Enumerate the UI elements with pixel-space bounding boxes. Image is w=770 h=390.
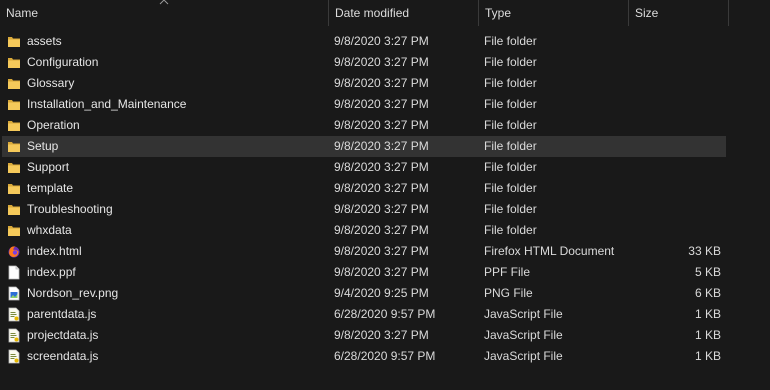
file-name: whxdata bbox=[27, 223, 72, 237]
file-type: File folder bbox=[484, 97, 537, 111]
file-row[interactable]: index.ppf 9/8/2020 3:27 PM PPF File 5 KB bbox=[2, 262, 726, 283]
file-name: index.ppf bbox=[27, 265, 76, 279]
chevron-up-icon bbox=[159, 0, 169, 6]
file-row[interactable]: whxdata 9/8/2020 3:27 PM File folder bbox=[2, 220, 726, 241]
file-type: JavaScript File bbox=[484, 328, 563, 342]
folder-icon bbox=[7, 34, 21, 49]
file-name: parentdata.js bbox=[27, 307, 97, 321]
file-row[interactable]: Support 9/8/2020 3:27 PM File folder bbox=[2, 157, 726, 178]
file-name: template bbox=[27, 181, 74, 195]
folder-icon bbox=[7, 97, 21, 112]
folder-icon bbox=[7, 76, 21, 91]
file-name: Configuration bbox=[27, 55, 99, 69]
file-date-modified: 9/8/2020 3:27 PM bbox=[334, 76, 429, 90]
file-type: File folder bbox=[484, 160, 537, 174]
column-header-size[interactable]: Size bbox=[629, 0, 729, 26]
file-type: File folder bbox=[484, 76, 537, 90]
file-date-modified: 9/8/2020 3:27 PM bbox=[334, 160, 429, 174]
file-date-modified: 6/28/2020 9:57 PM bbox=[334, 307, 436, 321]
file-name: Operation bbox=[27, 118, 80, 132]
file-type: File folder bbox=[484, 181, 537, 195]
firefox-html-icon bbox=[7, 244, 21, 259]
file-type: JavaScript File bbox=[484, 349, 563, 363]
file-row[interactable]: Troubleshooting 9/8/2020 3:27 PM File fold… bbox=[2, 199, 726, 220]
file-row[interactable]: assets 9/8/2020 3:27 PM File folder bbox=[2, 31, 726, 52]
file-size: 1 KB bbox=[694, 349, 721, 363]
folder-icon bbox=[7, 55, 21, 70]
file-type: File folder bbox=[484, 139, 537, 153]
folder-icon bbox=[7, 118, 21, 133]
file-date-modified: 9/8/2020 3:27 PM bbox=[334, 118, 429, 132]
file-date-modified: 9/8/2020 3:27 PM bbox=[334, 223, 429, 237]
file-row[interactable]: parentdata.js 6/28/2020 9:57 PM JavaScript… bbox=[2, 304, 726, 325]
column-header-bar: Name Date modified Type Size bbox=[0, 0, 770, 26]
file-row[interactable]: screendata.js 6/28/2020 9:57 PM JavaScript… bbox=[2, 346, 726, 367]
file-row[interactable]: projectdata.js 9/8/2020 3:27 PM JavaScript… bbox=[2, 325, 726, 346]
file-type: File folder bbox=[484, 202, 537, 216]
file-type: JavaScript File bbox=[484, 307, 563, 321]
file-row[interactable]: template 9/8/2020 3:27 PM File folder bbox=[2, 178, 726, 199]
file-type: File folder bbox=[484, 34, 537, 48]
file-name: Troubleshooting bbox=[27, 202, 113, 216]
file-row[interactable]: Installation_and_Maintenance 9/8/2020 3:2… bbox=[2, 94, 726, 115]
column-header-date-modified[interactable]: Date modified bbox=[329, 0, 479, 26]
file-date-modified: 9/8/2020 3:27 PM bbox=[334, 139, 429, 153]
file-name: screendata.js bbox=[27, 349, 99, 363]
file-size: 6 KB bbox=[694, 286, 721, 300]
column-header-type[interactable]: Type bbox=[479, 0, 629, 26]
file-type: PNG File bbox=[484, 286, 533, 300]
file-size: 1 KB bbox=[694, 307, 721, 321]
file-name: Nordson_rev.png bbox=[27, 286, 119, 300]
blank-file-icon bbox=[7, 265, 21, 280]
folder-icon bbox=[7, 202, 21, 217]
file-name: Support bbox=[27, 160, 70, 174]
column-header-date-label: Date modified bbox=[335, 6, 410, 20]
file-size: 5 KB bbox=[694, 265, 721, 279]
file-name: Installation_and_Maintenance bbox=[27, 97, 187, 111]
file-type: File folder bbox=[484, 223, 537, 237]
file-row[interactable]: Operation 9/8/2020 3:27 PM File folder bbox=[2, 115, 726, 136]
file-date-modified: 9/8/2020 3:27 PM bbox=[334, 265, 429, 279]
script-file-icon bbox=[7, 349, 21, 364]
image-file-icon bbox=[7, 286, 21, 301]
file-date-modified: 9/8/2020 3:27 PM bbox=[334, 328, 429, 342]
file-type: Firefox HTML Document bbox=[484, 244, 615, 258]
column-header-size-label: Size bbox=[635, 6, 659, 20]
file-type: PPF File bbox=[484, 265, 531, 279]
folder-icon bbox=[7, 223, 21, 238]
file-row[interactable]: index.html 9/8/2020 3:27 PM Firefox HTML D… bbox=[2, 241, 726, 262]
file-date-modified: 9/8/2020 3:27 PM bbox=[334, 202, 429, 216]
file-date-modified: 9/8/2020 3:27 PM bbox=[334, 244, 429, 258]
file-row-selected[interactable]: Setup 9/8/2020 3:27 PM File folder bbox=[2, 136, 726, 157]
file-date-modified: 9/8/2020 3:27 PM bbox=[334, 34, 429, 48]
column-header-name[interactable]: Name bbox=[0, 0, 329, 26]
file-type: File folder bbox=[484, 55, 537, 69]
file-explorer: Name Date modified Type Size assets 9/8/2… bbox=[0, 0, 770, 390]
file-date-modified: 6/28/2020 9:57 PM bbox=[334, 349, 436, 363]
file-name: Glossary bbox=[27, 76, 75, 90]
file-name: Setup bbox=[27, 139, 59, 153]
folder-icon bbox=[7, 181, 21, 196]
file-date-modified: 9/8/2020 3:27 PM bbox=[334, 97, 429, 111]
file-list: assets 9/8/2020 3:27 PM File folder Configu… bbox=[0, 31, 770, 367]
file-name: assets bbox=[27, 34, 62, 48]
file-type: File folder bbox=[484, 118, 537, 132]
script-file-icon bbox=[7, 307, 21, 322]
folder-icon bbox=[7, 160, 21, 175]
column-header-name-label: Name bbox=[6, 6, 39, 20]
file-row[interactable]: Glossary 9/8/2020 3:27 PM File folder bbox=[2, 73, 726, 94]
column-header-type-label: Type bbox=[485, 6, 512, 20]
file-row[interactable]: Nordson_rev.png 9/4/2020 9:25 PM PNG File 6… bbox=[2, 283, 726, 304]
file-size: 33 KB bbox=[688, 244, 721, 258]
file-name: projectdata.js bbox=[27, 328, 99, 342]
folder-icon bbox=[7, 139, 21, 154]
file-row[interactable]: Configuration 9/8/2020 3:27 PM File folder bbox=[2, 52, 726, 73]
file-date-modified: 9/4/2020 9:25 PM bbox=[334, 286, 429, 300]
file-date-modified: 9/8/2020 3:27 PM bbox=[334, 55, 429, 69]
script-file-icon bbox=[7, 328, 21, 343]
file-size: 1 KB bbox=[694, 328, 721, 342]
file-name: index.html bbox=[27, 244, 82, 258]
file-date-modified: 9/8/2020 3:27 PM bbox=[334, 181, 429, 195]
